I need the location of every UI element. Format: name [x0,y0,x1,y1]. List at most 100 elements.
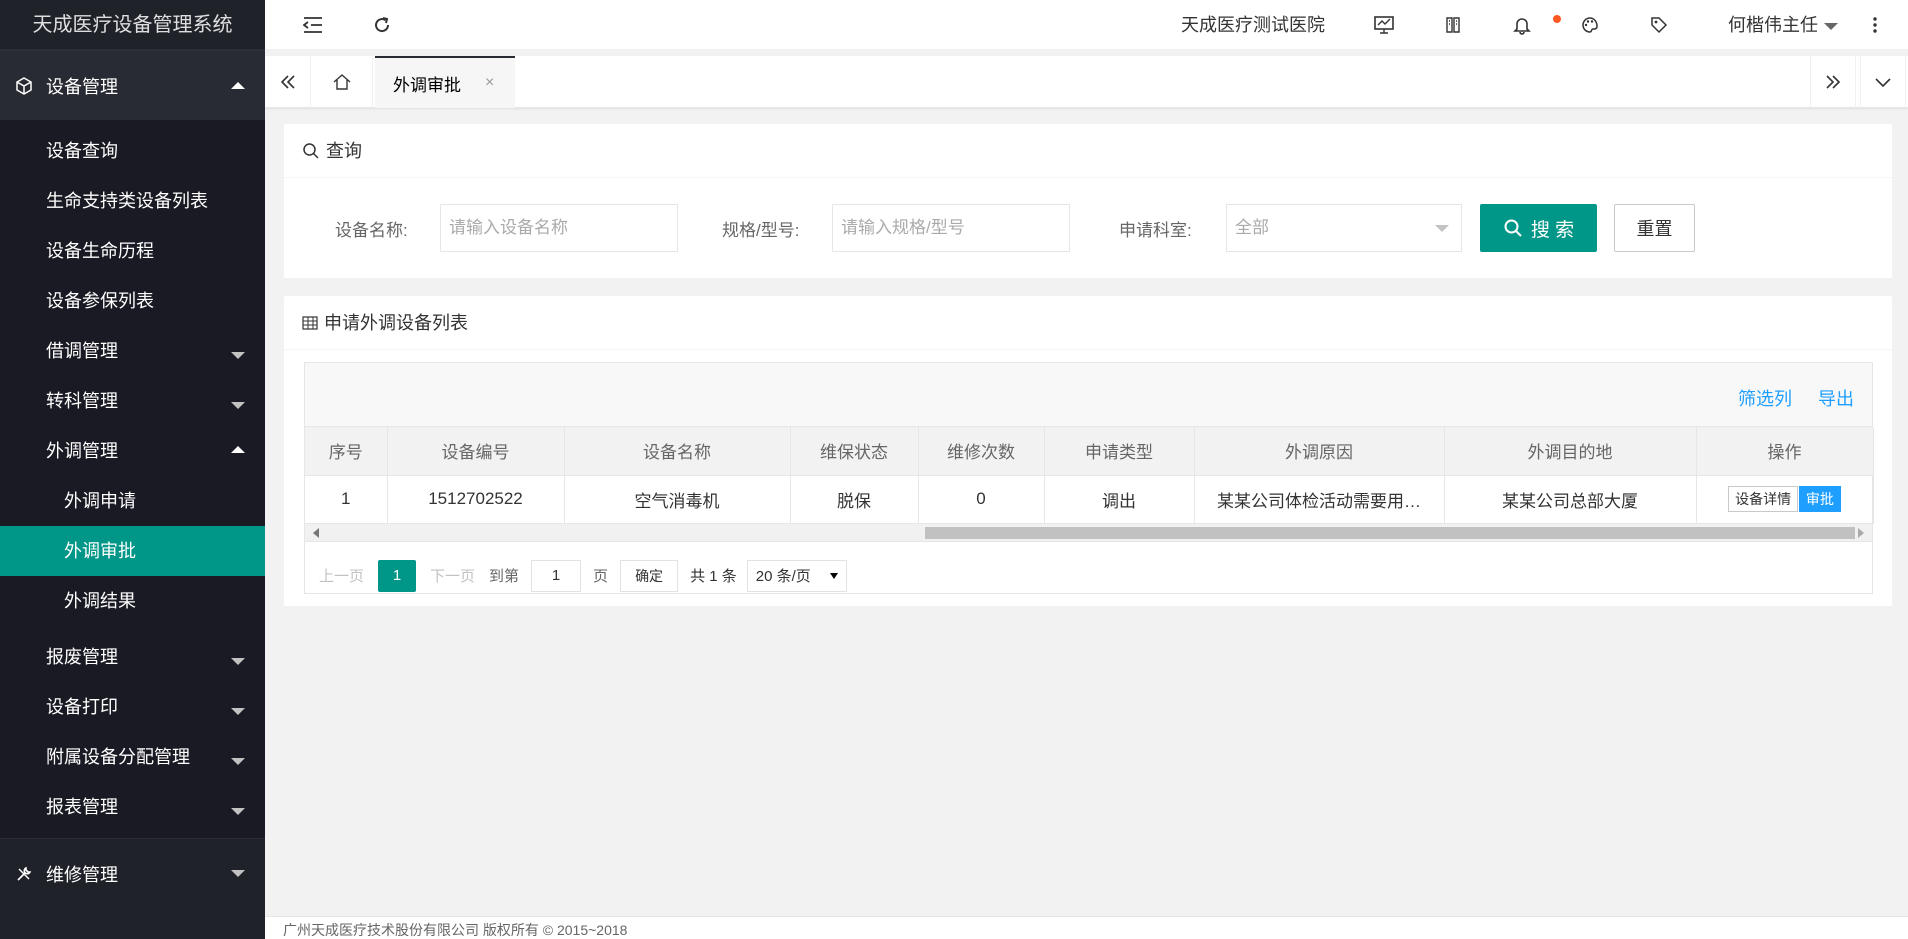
reset-button[interactable]: 重置 [1614,204,1695,252]
device-name-input[interactable] [440,204,678,252]
cube-icon [14,76,34,96]
column-header[interactable]: 设备编号 [387,427,565,476]
search-card-title: 查询 [326,140,362,161]
tag-icon[interactable] [1647,13,1671,37]
column-header[interactable]: 申请类型 [1044,427,1195,476]
column-header[interactable]: 维保状态 [790,427,919,476]
chevron-up-icon [231,82,245,89]
sidebar-item-label: 设备生命历程 [46,241,154,261]
list-card-header: 申请外调设备列表 [284,296,1892,350]
refresh-icon[interactable] [370,13,394,37]
sidebar-item-external-result[interactable]: 外调结果 [0,576,265,626]
sidebar-item-label: 设备打印 [46,697,118,717]
sidebar-item-label: 外调申请 [64,491,136,511]
home-icon [333,74,350,90]
chevron-down-icon [231,870,245,877]
scrollbar-thumb[interactable] [925,526,1855,539]
palette-icon[interactable] [1578,13,1602,37]
filter-columns-link[interactable]: 筛选列 [1738,385,1792,411]
menu-fold-icon[interactable] [301,13,325,37]
monitor-icon[interactable] [1372,13,1396,37]
search-button[interactable]: 搜 索 [1480,204,1597,252]
read-mode-icon[interactable] [1441,13,1465,37]
table-toolbar: 筛选列 导出 [305,363,1872,427]
nav-submenu: 设备查询 生命支持类设备列表 设备生命历程 设备参保列表 借调管理 转科管理 外… [0,120,265,838]
scroll-left-arrow-icon[interactable] [313,527,319,538]
user-name: 何楷伟主任 [1728,15,1818,35]
department-select[interactable]: 全部 [1226,204,1462,252]
table-header-row: 序号 设备编号 设备名称 维保状态 维修次数 申请类型 外调原因 外调目的地 操… [305,427,1874,476]
chevron-down-icon [1875,78,1891,88]
column-header[interactable]: 设备名称 [564,427,791,476]
department-label: 申请科室: [1119,221,1192,240]
scroll-right-tabs-button[interactable] [1810,56,1856,108]
double-chevron-right-icon [1826,75,1841,89]
horizontal-scrollbar[interactable] [305,523,1872,542]
sidebar-item-transfer-management[interactable]: 转科管理 [0,376,265,426]
cell-reason: 某某公司体检活动需要用… [1194,475,1445,524]
notification-badge [1553,15,1561,23]
search-card: 查询 [284,124,1892,278]
tab-external-approval[interactable]: 外调审批 × [375,56,515,108]
wrench-icon [14,864,34,884]
prev-page-button[interactable]: 上一页 [319,565,364,586]
cell-actions: 设备详情 审批 [1696,475,1874,524]
tab-bar: 外调审批 × [265,56,1908,108]
column-header[interactable]: 序号 [305,427,388,476]
next-page-button[interactable]: 下一页 [430,565,475,586]
page-confirm-button[interactable]: 确定 [620,559,679,592]
approve-button[interactable]: 审批 [1798,486,1841,512]
bell-icon[interactable] [1510,13,1534,37]
sidebar-item-accessory-allocation[interactable]: 附属设备分配管理 [0,732,265,782]
chevron-down-icon [231,758,245,765]
home-tab[interactable] [311,56,373,108]
sidebar-item-device-lifecycle[interactable]: 设备生命历程 [0,226,265,276]
more-vertical-icon[interactable] [1863,13,1887,37]
sidebar-item-device-query[interactable]: 设备查询 [0,126,265,176]
sidebar-item-label: 外调审批 [64,541,136,561]
user-menu[interactable]: 何楷伟主任 [1728,0,1838,50]
spec-input[interactable] [832,204,1070,252]
sidebar-item-external-management[interactable]: 外调管理 [0,426,265,476]
sidebar-item-label: 外调结果 [64,591,136,611]
close-icon[interactable]: × [485,74,494,92]
sidebar-item-insured-list[interactable]: 设备参保列表 [0,276,265,326]
sidebar-item-report-management[interactable]: 报表管理 [0,782,265,832]
nav-group-repair-management[interactable]: 维修管理 [0,838,265,908]
chevron-down-icon [231,708,245,715]
column-header[interactable]: 操作 [1696,427,1874,476]
sidebar-item-device-print[interactable]: 设备打印 [0,682,265,732]
sidebar: 天成医疗设备管理系统 设备管理 设备查询 生命支持类设备列表 设备生命历程 设备… [0,0,265,939]
sidebar-item-label: 报废管理 [46,647,118,667]
page-number-input[interactable]: 1 [531,559,582,592]
sidebar-item-life-support-list[interactable]: 生命支持类设备列表 [0,176,265,226]
current-page-button[interactable]: 1 [378,559,417,592]
tab-label: 外调审批 [393,75,461,95]
chevron-down-icon [1824,22,1838,30]
scroll-left-tabs-button[interactable] [265,56,311,108]
sidebar-item-external-approval[interactable]: 外调审批 [0,526,265,576]
sidebar-item-scrap-management[interactable]: 报废管理 [0,632,265,682]
search-card-header: 查询 [284,124,1892,178]
column-header[interactable]: 外调原因 [1194,427,1445,476]
column-header[interactable]: 外调目的地 [1444,427,1697,476]
cell-destination: 某某公司总部大厦 [1444,475,1697,524]
sidebar-item-external-apply[interactable]: 外调申请 [0,476,265,526]
sidebar-item-loan-management[interactable]: 借调管理 [0,326,265,376]
nav-group-label: 维修管理 [46,864,118,885]
column-header[interactable]: 维修次数 [918,427,1045,476]
scroll-right-arrow-icon[interactable] [1858,527,1864,538]
device-detail-button[interactable]: 设备详情 [1728,486,1799,512]
nav-group-label: 设备管理 [46,76,118,97]
tab-options-button[interactable] [1860,56,1906,108]
chevron-down-icon [231,658,245,665]
table-icon [302,315,318,330]
export-link[interactable]: 导出 [1818,385,1854,411]
page-size-select[interactable]: 20 条/页 [746,559,847,592]
table-row[interactable]: 1 1512702522 空气消毒机 脱保 0 调出 某某公司体检活动需要用… … [305,475,1874,524]
nav-group-device-management[interactable]: 设备管理 [0,50,265,120]
footer: 广州天成医疗技术股份有限公司 版权所有 © 2015~2018 [265,916,1908,939]
hospital-name[interactable]: 天成医疗测试医院 [1181,0,1325,50]
sidebar-item-label: 外调管理 [46,441,118,461]
double-chevron-left-icon [280,75,295,89]
